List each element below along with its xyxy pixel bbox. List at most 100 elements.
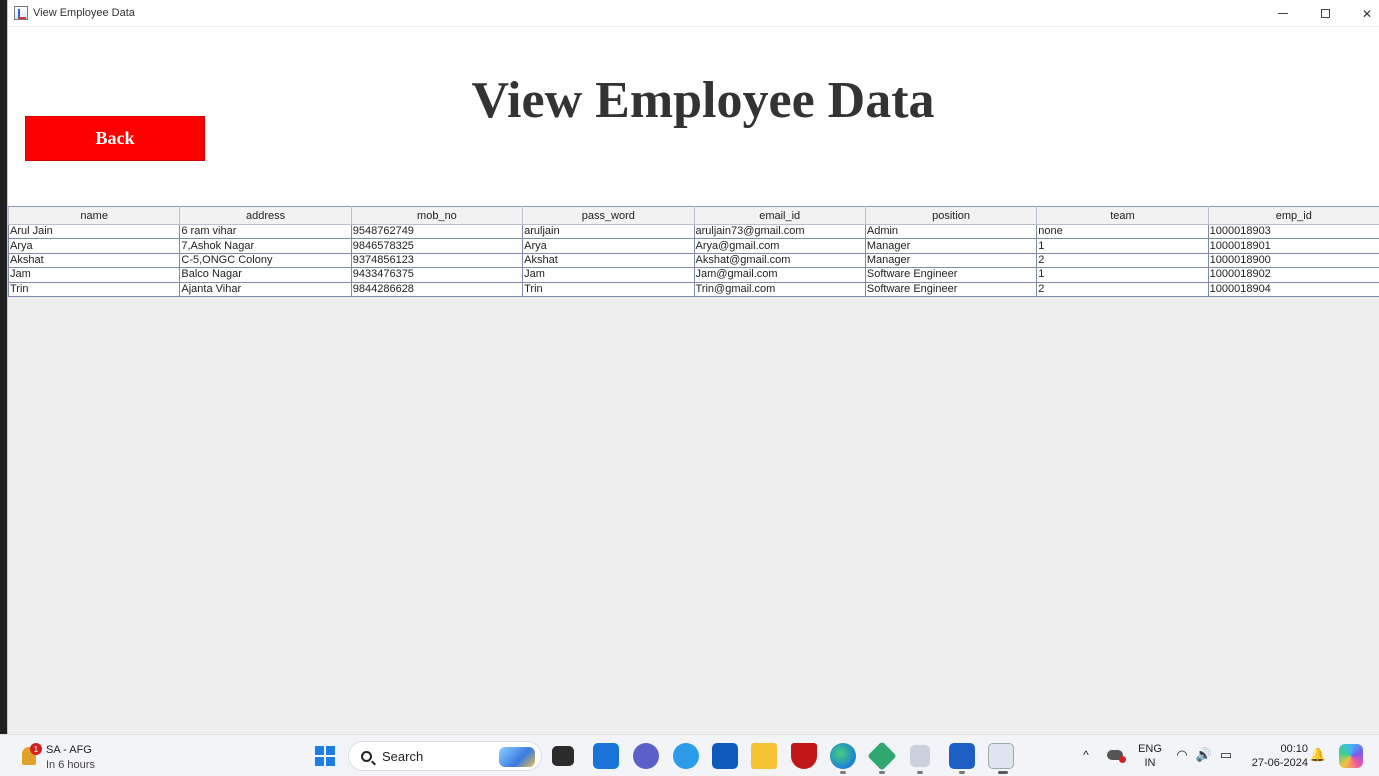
table-cell[interactable]: Admin — [864, 223, 1038, 240]
minimize-button[interactable] — [1262, 0, 1304, 27]
language-indicator[interactable]: ENG IN — [1136, 741, 1164, 771]
edge-running-indicator — [840, 771, 846, 774]
table-cell[interactable]: 1 — [1036, 238, 1209, 254]
column-header-team[interactable]: team — [1036, 206, 1209, 225]
snipping-tool-app-icon[interactable] — [910, 745, 930, 767]
app-window: View Employee Data ✕ View Employee Data … — [7, 0, 1379, 734]
back-button[interactable]: Back — [25, 116, 205, 161]
edge-browser-app-icon[interactable] — [830, 743, 856, 769]
table-cell[interactable]: 1000018904 — [1207, 281, 1379, 297]
start-button[interactable] — [312, 743, 338, 769]
column-header-pass-word[interactable]: pass_word — [522, 206, 695, 225]
table-cell[interactable]: Trin — [522, 281, 695, 297]
maximize-icon — [1320, 9, 1330, 18]
clock-time: 00:10 — [1280, 743, 1308, 755]
weather-title: SA - AFG — [46, 744, 92, 756]
table-row[interactable]: Akshat C-5,ONGC Colony 9374856123 Akshat… — [7, 252, 1379, 269]
table-cell[interactable]: Software Engineer — [864, 281, 1038, 297]
table-cell[interactable]: Jam — [522, 267, 695, 283]
minimize-icon — [1278, 13, 1288, 14]
volume-icon[interactable]: 🔊 — [1196, 747, 1212, 763]
wifi-icon[interactable]: ◠ — [1174, 747, 1190, 763]
page-title: View Employee Data — [471, 72, 935, 129]
table-cell[interactable]: Jam — [7, 267, 181, 283]
taskbar-search[interactable]: Search — [348, 741, 542, 771]
column-header-address[interactable]: address — [179, 206, 352, 225]
taskbar: 1 SA - AFG In 6 hours Search ^ ENG IN ◠ … — [0, 734, 1379, 776]
table-cell[interactable]: Arya — [522, 238, 695, 254]
table-row[interactable]: Arya 7,Ashok Nagar 9846578325 Arya Arya@… — [7, 238, 1379, 254]
table-cell[interactable]: Arya — [7, 238, 181, 254]
weather-widget[interactable]: 1 SA - AFG In 6 hours — [20, 741, 110, 771]
table-cell[interactable]: Arya@gmail.com — [693, 238, 866, 254]
table-cell[interactable]: Trin@gmail.com — [693, 281, 866, 297]
table-cell[interactable]: Manager — [864, 238, 1038, 254]
store-app-icon[interactable] — [712, 743, 738, 769]
code-editor-app-icon[interactable] — [673, 743, 699, 769]
close-button[interactable]: ✕ — [1346, 0, 1379, 27]
table-row[interactable]: Trin Ajanta Vihar 9844286628 Trin Trin@g… — [7, 281, 1379, 297]
table-cell[interactable]: Software Engineer — [864, 267, 1038, 283]
table-cell[interactable]: Balco Nagar — [179, 267, 352, 283]
table-cell[interactable]: Akshat@gmail.com — [693, 252, 866, 269]
search-icon — [361, 750, 372, 762]
search-label: Search — [382, 748, 424, 764]
column-header-position[interactable]: position — [864, 206, 1038, 225]
table-cell[interactable]: Ajanta Vihar — [179, 281, 352, 297]
teams-app-icon[interactable] — [633, 743, 659, 769]
table-cell[interactable]: 1000018901 — [1207, 238, 1379, 254]
table-cell[interactable]: 9548762749 — [350, 223, 524, 240]
column-header-email-id[interactable]: email_id — [693, 206, 866, 225]
table-cell[interactable]: 1000018900 — [1207, 252, 1379, 269]
employee-table: name address mob_no pass_word email_id p… — [7, 206, 1379, 297]
table-cell[interactable]: 1000018903 — [1207, 223, 1379, 240]
weather-alert-badge: 1 — [30, 743, 42, 755]
table-cell[interactable]: 9433476375 — [350, 267, 524, 283]
cube-running-indicator — [879, 771, 885, 774]
table-row[interactable]: Arul Jain 6 ram vihar 9548762749 aruljai… — [7, 223, 1379, 240]
mcafee-app-icon[interactable] — [791, 743, 817, 769]
table-cell[interactable]: Trin — [7, 281, 181, 297]
terminal-app-icon[interactable] — [552, 746, 574, 766]
table-cell[interactable]: aruljain73@gmail.com — [693, 223, 866, 240]
table-cell[interactable]: 1 — [1036, 267, 1209, 283]
battery-icon[interactable]: ▭ — [1218, 747, 1234, 763]
table-cell[interactable]: 9374856123 — [350, 252, 524, 269]
table-cell[interactable]: Akshat — [7, 252, 181, 269]
show-hidden-icons-chevron-icon[interactable]: ^ — [1078, 747, 1094, 763]
word-running-indicator — [959, 771, 965, 774]
header-panel: View Employee Data Back — [8, 27, 1379, 206]
onedrive-icon[interactable] — [1106, 748, 1126, 763]
table-cell[interactable]: 2 — [1036, 252, 1209, 269]
table-cell[interactable]: Manager — [864, 252, 1038, 269]
table-cell[interactable]: 2 — [1036, 281, 1209, 297]
word-app-icon[interactable] — [949, 743, 975, 769]
table-cell[interactable]: aruljain — [522, 223, 695, 240]
java-app-taskbar-icon[interactable] — [988, 743, 1014, 769]
cube-app-icon[interactable] — [867, 741, 897, 771]
table-cell[interactable]: Arul Jain — [7, 223, 181, 240]
employee-table-container: name address mob_no pass_word email_id p… — [7, 206, 1379, 297]
column-header-name[interactable]: name — [7, 206, 181, 225]
table-cell[interactable]: Akshat — [522, 252, 695, 269]
file-explorer-app-icon[interactable] — [751, 743, 777, 769]
table-cell[interactable]: 9844286628 — [350, 281, 524, 297]
notification-bell-icon[interactable]: 🔔 — [1310, 747, 1326, 763]
table-cell[interactable]: C-5,ONGC Colony — [179, 252, 352, 269]
table-row[interactable]: Jam Balco Nagar 9433476375 Jam Jam@gmail… — [7, 267, 1379, 283]
column-header-mob-no[interactable]: mob_no — [350, 206, 524, 225]
table-cell[interactable]: 7,Ashok Nagar — [179, 238, 352, 254]
table-cell[interactable]: 6 ram vihar — [179, 223, 352, 240]
close-icon: ✕ — [1361, 6, 1373, 21]
column-header-emp-id[interactable]: emp_id — [1207, 206, 1379, 225]
table-cell[interactable]: Jam@gmail.com — [693, 267, 866, 283]
windows-logo-icon — [315, 746, 335, 766]
mail-app-icon[interactable] — [593, 743, 619, 769]
java-app-icon — [14, 6, 28, 20]
system-clock[interactable]: 00:10 27-06-2024 — [1244, 741, 1308, 771]
copilot-icon[interactable] — [1339, 744, 1363, 768]
table-cell[interactable]: none — [1036, 223, 1209, 240]
table-cell[interactable]: 9846578325 — [350, 238, 524, 254]
maximize-button[interactable] — [1304, 0, 1346, 27]
table-cell[interactable]: 1000018902 — [1207, 267, 1379, 283]
